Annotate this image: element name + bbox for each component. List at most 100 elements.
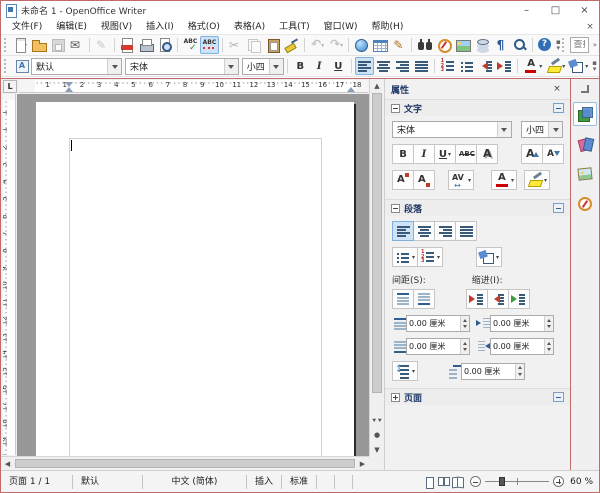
close-button[interactable]: × <box>570 1 599 19</box>
hyperlink-button[interactable] <box>351 36 370 54</box>
multi-page-view-button[interactable] <box>438 476 448 488</box>
spellcheck-button[interactable] <box>181 36 200 54</box>
zoom-slider[interactable] <box>485 476 549 487</box>
new-document-button[interactable]: ▾ <box>10 36 29 54</box>
zoom-button[interactable] <box>510 36 529 54</box>
sidebar-underline-button[interactable]: U▾ <box>434 144 456 164</box>
menu-view[interactable]: 视图(V) <box>94 19 139 35</box>
zoom-in-button[interactable] <box>553 476 564 487</box>
scroll-right-arrow[interactable]: ▶ <box>356 457 369 470</box>
increase-indent-button[interactable] <box>495 57 514 75</box>
font-color-button[interactable]: ▾ <box>521 57 544 75</box>
email-button[interactable] <box>67 36 86 54</box>
sidebar-strikethrough-button[interactable] <box>455 144 477 164</box>
paragraph-style-combobox[interactable]: 默认 <box>31 58 122 75</box>
formatbar-grip[interactable] <box>4 59 9 73</box>
menu-insert[interactable]: 插入(I) <box>139 19 181 35</box>
tab-gallery[interactable] <box>573 162 597 186</box>
sidebar-numbered-list-button[interactable]: ▾ <box>417 247 443 267</box>
single-page-view-button[interactable] <box>424 476 434 488</box>
scroll-up-arrow[interactable]: ▲ <box>370 79 384 92</box>
sidebar-settings-icon[interactable] <box>576 82 594 96</box>
help-button[interactable] <box>535 36 554 54</box>
decrease-font-size-button[interactable] <box>542 144 564 164</box>
left-indent-marker[interactable] <box>65 83 73 92</box>
sidebar-font-name-combobox[interactable]: 宋体 <box>392 121 512 138</box>
underline-button[interactable]: U <box>329 57 348 75</box>
justify-button[interactable] <box>412 57 431 75</box>
sidebar-align-left-button[interactable] <box>392 221 414 241</box>
increase-font-size-button[interactable] <box>521 144 543 164</box>
menu-table[interactable]: 表格(A) <box>227 19 272 35</box>
status-selection-mode[interactable]: 标准 <box>282 475 317 489</box>
expand-icon[interactable] <box>391 393 400 402</box>
toolbar-grip[interactable] <box>4 38 7 52</box>
sidebar-align-right-button[interactable] <box>434 221 456 241</box>
tab-navigator[interactable] <box>573 192 597 216</box>
save-button[interactable] <box>48 36 67 54</box>
right-indent-marker[interactable] <box>347 83 355 92</box>
sidebar-close-icon[interactable]: × <box>550 84 564 94</box>
cut-button[interactable] <box>225 36 244 54</box>
sidebar-shadow-button[interactable] <box>476 144 498 164</box>
minimize-button[interactable]: – <box>512 1 541 19</box>
horizontal-ruler[interactable]: 1123456789101112131415161718 <box>19 80 368 93</box>
sidebar-font-size-combobox[interactable]: 小四 <box>521 121 563 138</box>
status-insert-mode[interactable]: 插入 <box>247 475 282 489</box>
formatbar-overflow-button[interactable]: ▪▾ <box>592 60 597 72</box>
vertical-scroll-thumb[interactable] <box>372 93 382 393</box>
vertical-scrollbar[interactable]: ▲ ● ⯆⯆ ▼ <box>369 79 384 456</box>
spacing-above-input[interactable] <box>407 316 460 331</box>
book-view-button[interactable] <box>452 476 462 488</box>
highlight-color-button[interactable]: ▾ <box>544 57 567 75</box>
font-name-combobox[interactable]: 宋体 <box>125 58 239 75</box>
tab-properties[interactable] <box>573 102 597 126</box>
align-left-button[interactable] <box>355 57 374 75</box>
font-dropdown-button[interactable] <box>224 59 238 74</box>
menu-window[interactable]: 窗口(W) <box>317 19 365 35</box>
sidebar-italic-button[interactable]: I <box>413 144 435 164</box>
page[interactable] <box>36 102 354 456</box>
status-page-style[interactable]: 默认 <box>73 475 143 489</box>
document-workspace[interactable] <box>17 94 369 456</box>
zoom-out-button[interactable] <box>470 476 481 487</box>
indent-after-input[interactable] <box>491 339 544 354</box>
navigation-dot-button[interactable]: ● <box>370 428 384 442</box>
line-spacing-button[interactable]: ▾ <box>392 361 418 381</box>
sidebar-justify-button[interactable] <box>455 221 477 241</box>
find-toolbar-overflow[interactable]: » <box>593 42 597 48</box>
character-dialog-launcher-icon[interactable] <box>553 103 564 113</box>
align-right-button[interactable] <box>393 57 412 75</box>
menu-format[interactable]: 格式(O) <box>181 19 227 35</box>
paragraph-section-header[interactable]: 段落 <box>385 199 570 216</box>
sidebar-align-center-button[interactable] <box>413 221 435 241</box>
paste-button[interactable]: ▾ <box>263 36 282 54</box>
toolbar-overflow-button[interactable]: ▪▾ <box>556 39 561 51</box>
insert-table-button[interactable]: ▾ <box>370 36 389 54</box>
align-center-button[interactable] <box>374 57 393 75</box>
format-paintbrush-button[interactable] <box>282 36 301 54</box>
vertical-ruler[interactable]: 11234567891011121314151617181920 <box>3 94 16 455</box>
character-spacing-button[interactable]: ▾ <box>448 170 474 190</box>
decrease-indent-button[interactable] <box>476 57 495 75</box>
first-line-indent-input[interactable] <box>462 364 515 379</box>
next-page-button[interactable]: ⯆⯆ <box>370 414 384 428</box>
italic-button[interactable]: I <box>310 57 329 75</box>
find-toolbar-grip[interactable] <box>562 38 565 52</box>
sidebar-increase-indent-button[interactable] <box>466 289 488 309</box>
tab-styles[interactable] <box>573 132 597 156</box>
sidebar-font-color-button[interactable]: ▾ <box>491 170 517 190</box>
spacing-below-input[interactable] <box>407 339 460 354</box>
navigator-button[interactable] <box>434 36 453 54</box>
decrease-spacing-button[interactable] <box>413 289 435 309</box>
menu-tools[interactable]: 工具(T) <box>272 19 317 35</box>
copy-button[interactable] <box>244 36 263 54</box>
status-page-number[interactable]: 页面 1 / 1 <box>1 475 73 489</box>
sidebar-bullet-list-button[interactable]: ▾ <box>392 247 418 267</box>
page-section-header[interactable]: 页面 <box>385 388 570 405</box>
maximize-button[interactable]: □ <box>541 1 570 19</box>
sidebar-bold-button[interactable]: B <box>392 144 414 164</box>
menu-edit[interactable]: 编辑(E) <box>49 19 94 35</box>
export-pdf-button[interactable] <box>117 36 136 54</box>
redo-button[interactable]: ▾ <box>326 36 345 54</box>
